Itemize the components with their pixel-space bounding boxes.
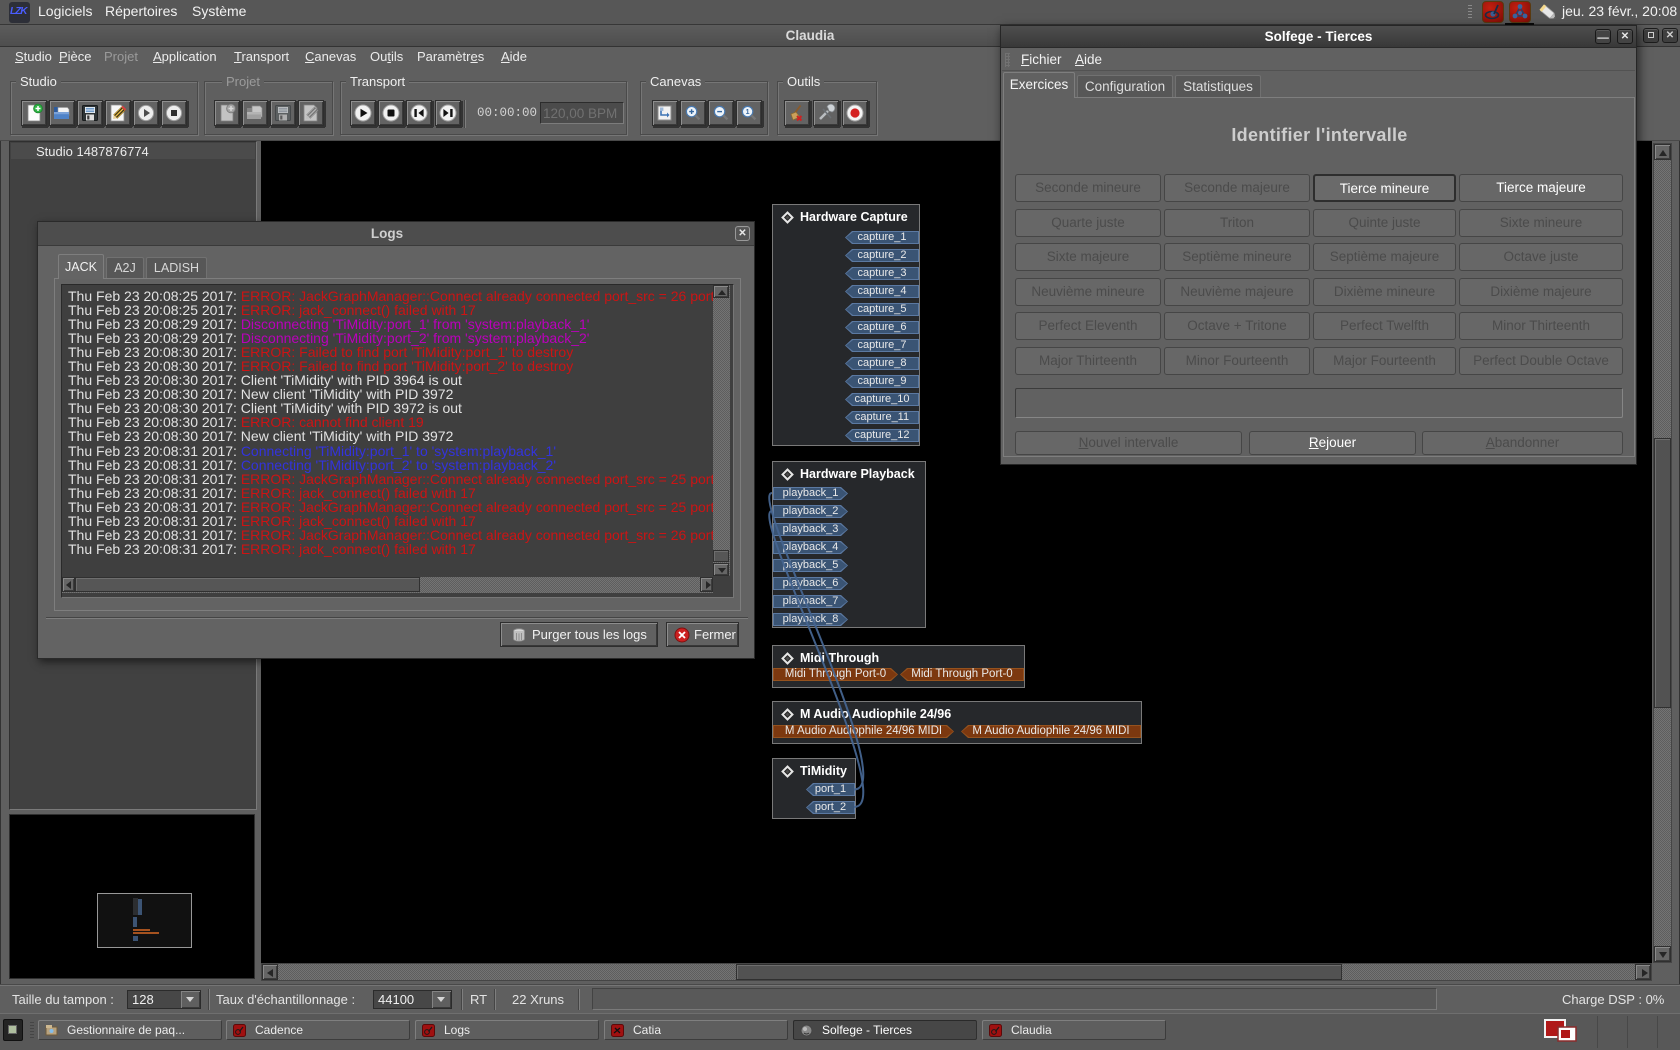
svg-text:1: 1 — [746, 109, 750, 116]
